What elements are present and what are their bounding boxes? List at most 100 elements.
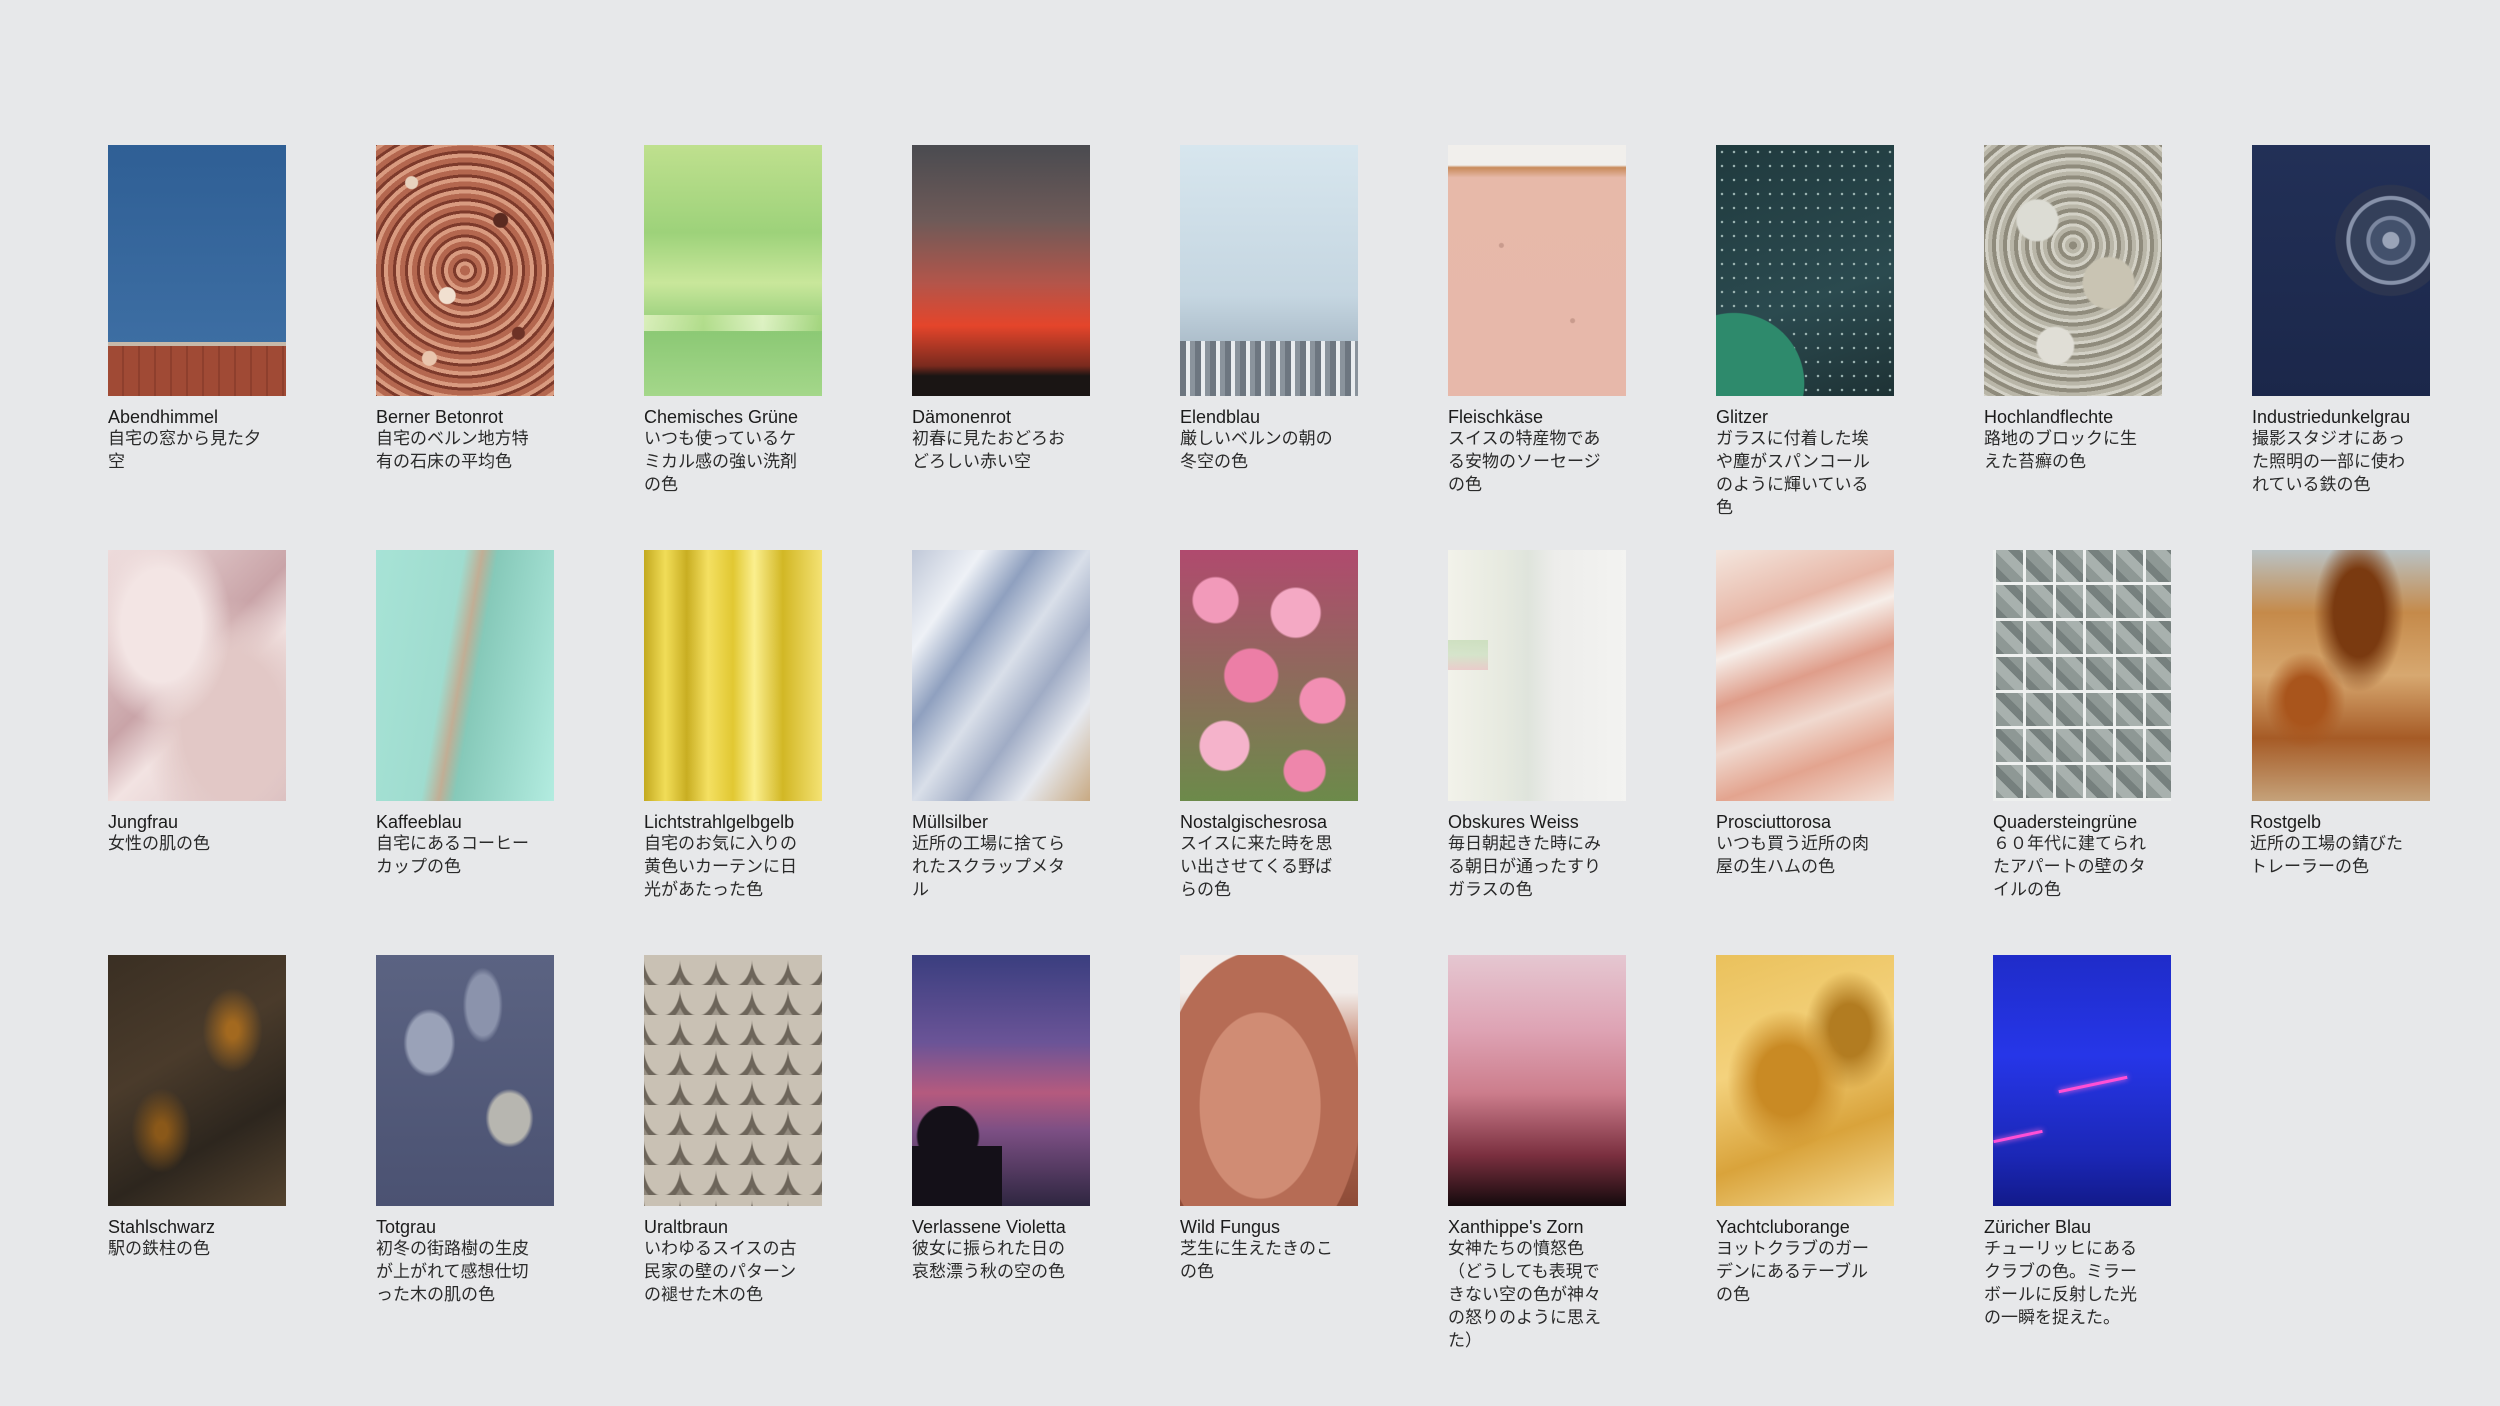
swatch-card-nostalgischesrosa[interactable]: Nostalgischesrosa スイスに来た時を思い出させてくる野ばらの色 — [1180, 550, 1380, 902]
swatch-name: Berner Betonrot — [376, 407, 504, 427]
swatch-description: 女神たちの憤怒色（どうしても表現できない空の色が神々の怒りのように思えた） — [1448, 1239, 1601, 1351]
swatch-description: いつも使っているケミカル感の強い洗剤の色 — [644, 429, 797, 495]
swatch-image — [1180, 955, 1358, 1206]
swatch-description: 自宅にあるコーヒーカップの色 — [376, 834, 529, 877]
swatch-name: Wild Fungus — [1180, 1217, 1281, 1237]
swatch-image — [2252, 145, 2430, 396]
swatch-description: 路地のブロックに生えた苔癬の色 — [1984, 429, 2137, 472]
swatch-description: 近所の工場に捨てられたスクラップメタル — [912, 834, 1065, 900]
swatch-image — [2252, 550, 2430, 801]
swatch-card-abendhimmel[interactable]: Abendhimmel 自宅の窓から見た夕空 — [108, 145, 308, 474]
swatch-image — [108, 550, 286, 801]
swatch-card-chemisches-gruene[interactable]: Chemisches Grüne いつも使っているケミカル感の強い洗剤の色 — [644, 145, 844, 497]
swatch-card-lichtstrahlgelbgelb[interactable]: Lichtstrahlgelbgelb 自宅のお気に入りの黄色いカーテンに日光が… — [644, 550, 844, 902]
swatch-image — [1993, 955, 2171, 1206]
swatch-description: スイスの特産物である安物のソーセージの色 — [1448, 429, 1601, 495]
swatch-name: Prosciuttorosa — [1716, 812, 1832, 832]
swatch-image — [108, 145, 286, 396]
swatch-name: Glitzer — [1716, 407, 1769, 427]
swatch-image — [1448, 145, 1626, 396]
swatch-name: Chemisches Grüne — [644, 407, 799, 427]
swatch-card-kaffeeblau[interactable]: Kaffeeblau 自宅にあるコーヒーカップの色 — [376, 550, 576, 879]
swatch-description: 自宅のベルン地方特有の石床の平均色 — [376, 429, 529, 472]
swatch-card-daemonenrot[interactable]: Dämonenrot 初春に見たおどろおどろしい赤い空 — [912, 145, 1112, 474]
swatch-name: Fleischkäse — [1448, 407, 1544, 427]
swatch-image — [912, 550, 1090, 801]
swatch-card-verlassene-violetta[interactable]: Verlassene Violetta 彼女に振られた日の哀愁漂う秋の空の色 — [912, 955, 1112, 1284]
swatch-card-stahlschwarz[interactable]: Stahlschwarz 駅の鉄柱の色 — [108, 955, 308, 1261]
swatch-card-uraltbraun[interactable]: Uraltbraun いわゆるスイスの古民家の壁のパターンの褪せた木の色 — [644, 955, 844, 1307]
swatch-card-xanthippes-zorn[interactable]: Xanthippe's Zorn 女神たちの憤怒色（どうしても表現できない空の色… — [1448, 955, 1648, 1353]
swatch-description: 彼女に振られた日の哀愁漂う秋の空の色 — [912, 1239, 1065, 1282]
swatch-image — [108, 955, 286, 1206]
swatch-image — [1180, 550, 1358, 801]
swatch-name: Nostalgischesrosa — [1180, 812, 1328, 832]
swatch-description: 近所の工場の錆びたトレーラーの色 — [2250, 834, 2403, 877]
swatch-description: 初春に見たおどろおどろしい赤い空 — [912, 429, 1065, 472]
swatch-description: スイスに来た時を思い出させてくる野ばらの色 — [1180, 834, 1333, 900]
swatch-card-yachtcluborange[interactable]: Yachtcluborange ヨットクラブのガーデンにあるテーブルの色 — [1716, 955, 1916, 1307]
color-swatch-grid: Abendhimmel 自宅の窓から見た夕空 Berner Betonrot 自… — [0, 0, 2500, 1406]
swatch-name: Züricher Blau — [1984, 1217, 2092, 1237]
swatch-description: 女性の肌の色 — [108, 834, 210, 854]
swatch-image — [1716, 145, 1894, 396]
swatch-image — [1716, 955, 1894, 1206]
swatch-image — [1448, 955, 1626, 1206]
swatch-card-glitzer[interactable]: Glitzer ガラスに付着した埃や塵がスパンコールのように輝いている色 — [1716, 145, 1916, 520]
swatch-image — [644, 955, 822, 1206]
swatch-card-totgrau[interactable]: Totgrau 初冬の街路樹の生皮が上がれて感想仕切った木の肌の色 — [376, 955, 576, 1307]
swatch-image — [1993, 550, 2171, 801]
swatch-description: ヨットクラブのガーデンにあるテーブルの色 — [1716, 1239, 1869, 1305]
swatch-name: Jungfrau — [108, 812, 179, 832]
swatch-image — [1984, 145, 2162, 396]
swatch-name: Dämonenrot — [912, 407, 1012, 427]
swatch-description: ガラスに付着した埃や塵がスパンコールのように輝いている色 — [1716, 429, 1870, 518]
swatch-name: Xanthippe's Zorn — [1448, 1217, 1584, 1237]
swatch-description: 厳しいベルンの朝の冬空の色 — [1180, 429, 1333, 472]
swatch-description: 自宅のお気に入りの黄色いカーテンに日光があたった色 — [644, 834, 797, 900]
swatch-description: 毎日朝起きた時にみる朝日が通ったすりガラスの色 — [1448, 834, 1601, 900]
swatch-name: Yachtcluborange — [1716, 1217, 1850, 1237]
swatch-description: 初冬の街路樹の生皮が上がれて感想仕切った木の肌の色 — [376, 1239, 529, 1305]
swatch-card-muellsilber[interactable]: Müllsilber 近所の工場に捨てられたスクラップメタル — [912, 550, 1112, 902]
swatch-description: 撮影スタジオにあった照明の一部に使われている鉄の色 — [2252, 429, 2405, 495]
swatch-image — [912, 145, 1090, 396]
swatch-name: Stahlschwarz — [108, 1217, 216, 1237]
swatch-image — [1716, 550, 1894, 801]
swatch-description: 自宅の窓から見た夕空 — [108, 429, 261, 472]
swatch-image — [1448, 550, 1626, 801]
swatch-image — [376, 145, 554, 396]
swatch-description: いわゆるスイスの古民家の壁のパターンの褪せた木の色 — [644, 1239, 797, 1305]
swatch-name: Kaffeeblau — [376, 812, 462, 832]
swatch-card-rostgelb[interactable]: Rostgelb 近所の工場の錆びたトレーラーの色 — [2250, 550, 2450, 879]
swatch-name: Müllsilber — [912, 812, 989, 832]
swatch-image — [376, 955, 554, 1206]
swatch-card-berner-betonrot[interactable]: Berner Betonrot 自宅のベルン地方特有の石床の平均色 — [376, 145, 576, 474]
swatch-description: チューリッヒにあるクラブの色。ミラーボールに反射した光の一瞬を捉えた。 — [1984, 1239, 2137, 1328]
swatch-card-wild-fungus[interactable]: Wild Fungus 芝生に生えたきのこの色 — [1180, 955, 1380, 1284]
swatch-description: 駅の鉄柱の色 — [108, 1239, 210, 1259]
swatch-description: いつも買う近所の肉屋の生ハムの色 — [1716, 834, 1869, 877]
swatch-description: ６０年代に建てられたアパートの壁のタイルの色 — [1993, 834, 2146, 900]
swatch-image — [912, 955, 1090, 1206]
swatch-card-fleischkaese[interactable]: Fleischkäse スイスの特産物である安物のソーセージの色 — [1448, 145, 1648, 497]
swatch-name: Lichtstrahlgelbgelb — [644, 812, 795, 832]
swatch-image — [644, 550, 822, 801]
swatch-card-prosciuttorosa[interactable]: Prosciuttorosa いつも買う近所の肉屋の生ハムの色 — [1716, 550, 1916, 879]
swatch-name: Totgrau — [376, 1217, 437, 1237]
swatch-card-zuericher-blau[interactable]: Züricher Blau チューリッヒにあるクラブの色。ミラーボールに反射した… — [1984, 955, 2184, 1330]
swatch-name: Rostgelb — [2250, 812, 2322, 832]
swatch-name: Obskures Weiss — [1448, 812, 1579, 832]
swatch-name: Quadersteingrüne — [1993, 812, 2138, 832]
swatch-card-industriedunkelgrau[interactable]: Industriedunkelgrau 撮影スタジオにあった照明の一部に使われて… — [2252, 145, 2452, 497]
swatch-card-hochlandflechte[interactable]: Hochlandflechte 路地のブロックに生えた苔癬の色 — [1984, 145, 2184, 474]
swatch-card-elendblau[interactable]: Elendblau 厳しいベルンの朝の冬空の色 — [1180, 145, 1380, 474]
swatch-card-jungfrau[interactable]: Jungfrau 女性の肌の色 — [108, 550, 308, 856]
swatch-image — [644, 145, 822, 396]
swatch-description: 芝生に生えたきのこの色 — [1180, 1239, 1333, 1282]
swatch-name: Hochlandflechte — [1984, 407, 2114, 427]
swatch-name: Abendhimmel — [108, 407, 219, 427]
swatch-card-obskures-weiss[interactable]: Obskures Weiss 毎日朝起きた時にみる朝日が通ったすりガラスの色 — [1448, 550, 1648, 902]
swatch-image — [376, 550, 554, 801]
swatch-card-quadersteingruene[interactable]: Quadersteingrüne ６０年代に建てられたアパートの壁のタイルの色 — [1993, 550, 2193, 902]
